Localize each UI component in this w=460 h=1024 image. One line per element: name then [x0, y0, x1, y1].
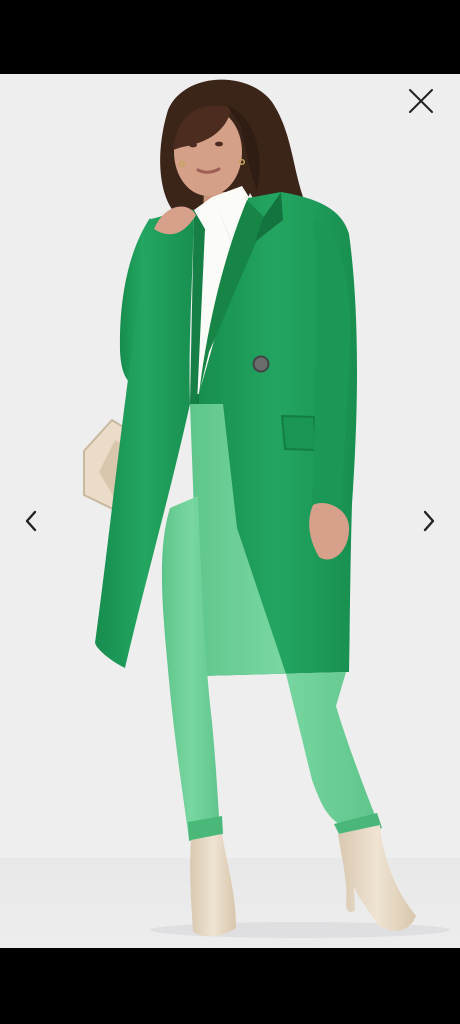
chevron-left-icon	[25, 510, 37, 532]
previous-image-button[interactable]	[17, 504, 47, 538]
image-viewer	[0, 74, 460, 948]
image-viewer-screen	[0, 0, 460, 1024]
close-icon	[409, 89, 433, 113]
product-photo	[83, 79, 450, 938]
chevron-right-icon	[423, 510, 435, 532]
close-button[interactable]	[404, 84, 438, 118]
bottom-bar	[0, 948, 460, 1024]
next-image-button[interactable]	[413, 504, 443, 538]
